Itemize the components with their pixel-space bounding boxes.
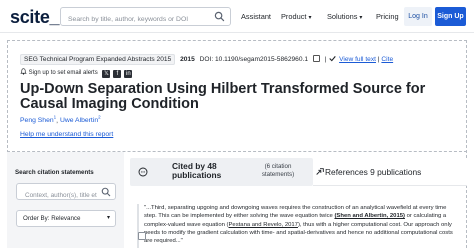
reference-link[interactable]: Pestana and Revelo, 2017 — [229, 222, 298, 228]
select-checkbox[interactable] — [138, 232, 146, 240]
alerts-row: Sign up to set email alerts 𝕏f in — [20, 68, 133, 78]
chevron-down-icon: ▾ — [106, 215, 110, 221]
check-icon — [329, 56, 336, 62]
twitter-icon[interactable]: 𝕏 — [102, 70, 111, 78]
author-name: Peng Shen — [20, 117, 54, 125]
facebook-icon[interactable]: f — [113, 70, 122, 78]
tab-cited-by[interactable]: Cited by 48 publications (6 citation sta… — [130, 158, 313, 186]
copy-icon[interactable] — [312, 55, 320, 62]
reference-link[interactable]: (Shen and Albertin, 2015) — [334, 213, 404, 219]
search-icon[interactable] — [101, 187, 111, 197]
signup-button[interactable]: Sign Up — [435, 7, 466, 26]
page-title: Up-Down Separation Using Hilbert Transfo… — [20, 81, 426, 112]
nav-solutions[interactable]: Solutions ▾ — [327, 12, 362, 21]
context-search-box[interactable] — [16, 183, 116, 203]
author-name: Uwe Albertin — [59, 117, 99, 125]
nav-product[interactable]: Product ▾ — [281, 12, 312, 21]
tab-references-label: References 9 publications — [325, 167, 422, 177]
citation-search-heading: Search citation statements — [15, 169, 94, 176]
author-link[interactable]: Uwe Albertin2 — [59, 115, 101, 125]
tab-references[interactable]: References 9 publications — [313, 158, 467, 186]
nav-assistant[interactable]: Assistant — [241, 12, 271, 21]
search-icon[interactable] — [214, 11, 225, 22]
help-link[interactable]: Help me understand this report — [20, 131, 113, 138]
separator: | — [324, 56, 327, 63]
paper-year: 2015 — [180, 56, 195, 63]
separator: | — [377, 56, 380, 63]
tab-cited-by-count: (6 citation statements) — [261, 163, 295, 178]
view-full-text-link[interactable]: View full text — [339, 56, 376, 63]
nav-solutions-label: Solutions — [327, 12, 358, 21]
author-link[interactable]: Peng Shen1 — [20, 115, 56, 125]
citation-statement: "...Third, separating upgoing and downgo… — [137, 198, 458, 248]
references-icon — [316, 168, 324, 175]
context-search-input[interactable] — [17, 188, 97, 203]
tab-cited-by-label: Cited by 48 publications — [172, 161, 222, 180]
citation-quote: "...Third, separating upgoing and downgo… — [144, 205, 453, 245]
quote-bubble-icon — [138, 167, 148, 177]
order-by-select[interactable]: Order By: Relevance ▾ — [16, 210, 116, 227]
bell-icon[interactable] — [20, 68, 27, 75]
linkedin-icon[interactable]: in — [124, 70, 133, 78]
paper-doi: DOI: 10.1190/segam2015-5862960.1 — [199, 56, 308, 63]
author-list: Peng Shen1, Uwe Albertin2 — [20, 115, 101, 124]
venue-badge: SEG Technical Program Expanded Abstracts… — [20, 54, 176, 65]
chevron-down-icon: ▾ — [308, 15, 312, 21]
scite-logo[interactable]: scite_ — [10, 7, 60, 28]
paper-meta: SEG Technical Program Expanded Abstracts… — [20, 54, 393, 65]
nav-pricing[interactable]: Pricing — [376, 12, 399, 21]
top-nav: scite_ Assistant Product▾ Solutions▾ Pri… — [0, 0, 474, 33]
author-affiliation: 2 — [98, 115, 101, 120]
order-by-label: Order By: Relevance — [23, 215, 81, 222]
cite-link[interactable]: Cite — [381, 56, 393, 63]
quote-bar — [137, 204, 139, 248]
login-button[interactable]: Log In — [404, 7, 432, 26]
alerts-link[interactable]: Sign up to set email alerts — [29, 70, 98, 76]
chevron-down-icon: ▾ — [359, 15, 363, 21]
search-input[interactable] — [61, 11, 211, 28]
nav-product-label: Product — [281, 12, 307, 21]
search-box[interactable] — [60, 7, 231, 28]
